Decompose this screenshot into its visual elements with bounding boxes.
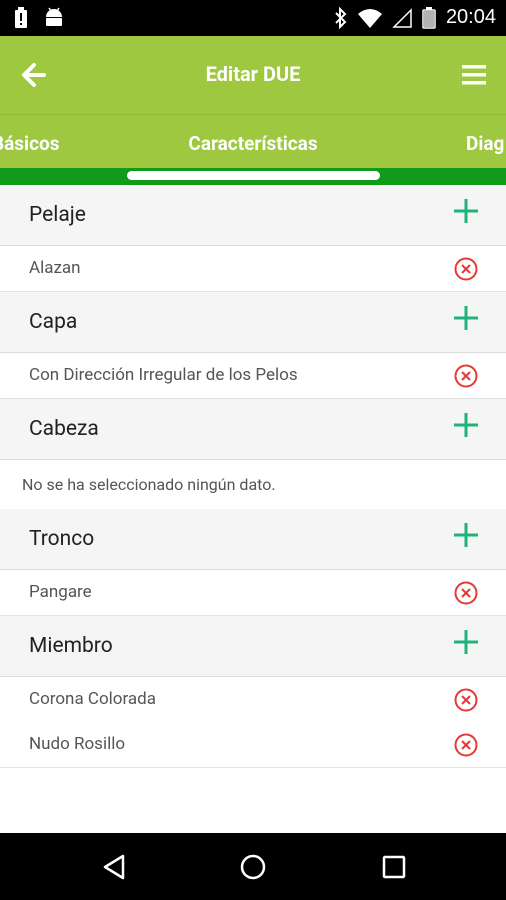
remove-icon[interactable] (454, 257, 478, 281)
item-label: Con Dirección Irregular de los Pelos (29, 365, 298, 385)
remove-icon[interactable] (454, 688, 478, 712)
remove-icon[interactable] (454, 581, 478, 605)
empty-message: No se ha seleccionado ningún dato. (22, 475, 276, 494)
section-header-cabeza: Cabeza (0, 399, 506, 460)
add-icon[interactable] (454, 630, 478, 654)
tab-indicator (127, 171, 380, 180)
recents-square-icon[interactable] (379, 852, 409, 882)
status-bar: 20:04 (0, 0, 506, 36)
section-title: Miembro (29, 634, 113, 658)
tab-indicator-bar (0, 168, 506, 185)
list-item: Alazan (0, 246, 506, 292)
item-label: Nudo Rosillo (29, 734, 126, 754)
app-bar: Editar DUE (0, 36, 506, 114)
section-header-pelaje: Pelaje (0, 185, 506, 246)
tab-diagnostico[interactable]: Diag (466, 132, 504, 155)
empty-row: No se ha seleccionado ningún dato. (0, 460, 506, 510)
tab-caracteristicas[interactable]: Características (0, 132, 506, 155)
section-header-tronco: Tronco (0, 509, 506, 570)
section-title: Capa (29, 310, 78, 334)
item-label: Pangare (29, 582, 92, 602)
bluetooth-icon (335, 6, 347, 29)
remove-icon[interactable] (454, 733, 478, 757)
list-item: Nudo Rosillo (0, 722, 506, 768)
item-label: Alazan (29, 258, 81, 278)
battery-icon (422, 6, 436, 29)
list-item: Corona Colorada (0, 677, 506, 723)
back-triangle-icon[interactable] (99, 852, 129, 882)
tab-strip: Básicos Características Diag (0, 114, 506, 169)
page-title: Editar DUE (205, 62, 301, 86)
cell-signal-icon (392, 7, 412, 28)
list-item: Pangare (0, 570, 506, 616)
add-icon[interactable] (454, 413, 478, 437)
add-icon[interactable] (454, 199, 478, 223)
section-title: Cabeza (29, 417, 99, 441)
add-icon[interactable] (454, 306, 478, 330)
home-circle-icon[interactable] (238, 852, 268, 882)
section-title: Pelaje (29, 203, 86, 227)
remove-icon[interactable] (454, 364, 478, 388)
system-nav-bar (0, 833, 506, 900)
battery-alert-icon (15, 7, 27, 28)
section-title: Tronco (29, 527, 95, 551)
item-label: Corona Colorada (29, 689, 157, 709)
list-item: Con Dirección Irregular de los Pelos (0, 353, 506, 399)
android-icon (46, 7, 62, 26)
clock-time: 20:04 (445, 6, 496, 28)
section-header-capa: Capa (0, 292, 506, 353)
wifi-icon (357, 8, 382, 28)
menu-icon[interactable] (462, 65, 486, 85)
add-icon[interactable] (454, 523, 478, 547)
section-header-miembro: Miembro (0, 616, 506, 677)
